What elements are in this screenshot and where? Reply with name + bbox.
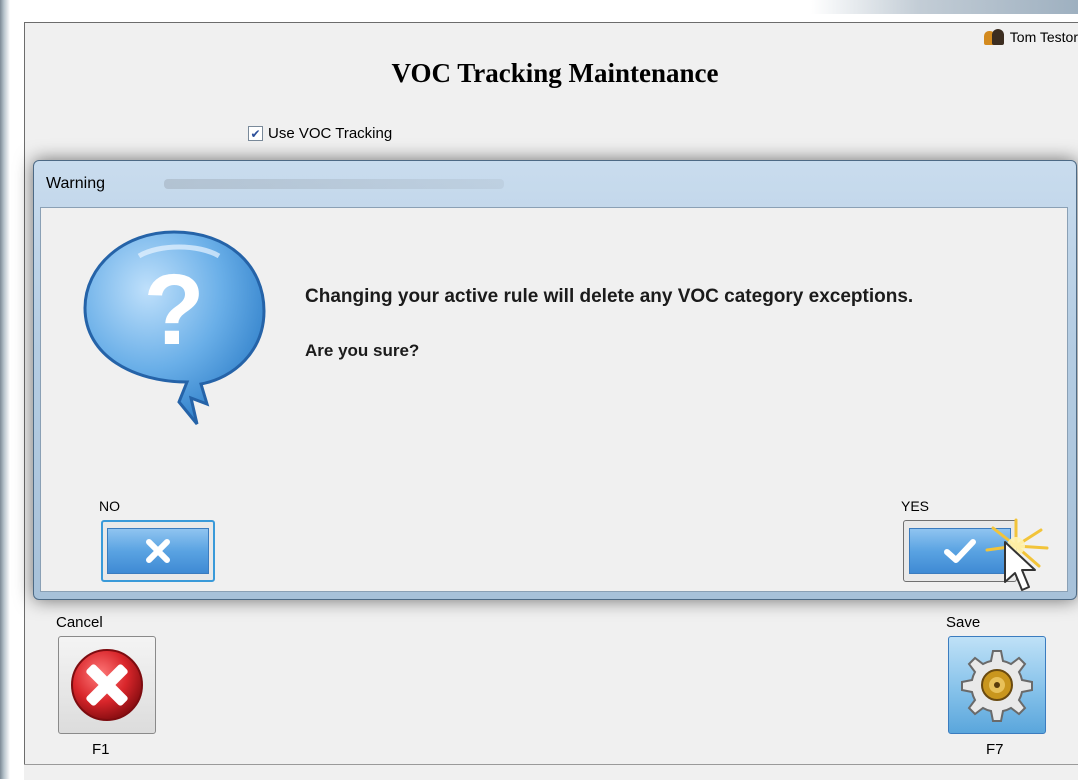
no-button-face[interactable] — [107, 528, 209, 574]
no-button[interactable] — [101, 520, 215, 582]
dialog-question: Are you sure? — [305, 341, 420, 360]
cancel-icon — [71, 649, 143, 721]
no-button-label: NO — [99, 498, 120, 514]
user-avatar-icon — [983, 27, 1006, 47]
title-bar-reflection — [164, 179, 504, 189]
save-button[interactable] — [948, 636, 1046, 734]
cancel-label: Cancel — [56, 614, 103, 631]
desktop-background — [0, 0, 10, 779]
save-shortcut-key: F7 — [986, 741, 1004, 758]
question-bubble-icon: ? — [83, 230, 266, 425]
cancel-button[interactable] — [58, 636, 156, 734]
use-voc-tracking-checkbox[interactable]: ✔ Use VOC Tracking — [248, 125, 392, 142]
use-voc-tracking-label: Use VOC Tracking — [268, 125, 393, 142]
page-title: VOC Tracking Maintenance — [391, 58, 719, 88]
desktop-background-top — [10, 0, 1078, 14]
yes-button-label: YES — [901, 498, 930, 514]
user-name: Tom Testor — [1009, 29, 1078, 45]
close-icon — [146, 539, 170, 563]
status-strip — [24, 764, 1078, 780]
checkmark-icon — [944, 539, 976, 563]
gear-icon — [961, 650, 1033, 722]
svg-text:?: ? — [143, 254, 204, 366]
mouse-pointer-icon — [1004, 541, 1036, 591]
cancel-shortcut-key: F1 — [92, 741, 110, 758]
warning-dialog: Warning ? Changing your active rule will… — [33, 160, 1077, 600]
dialog-message: Changing your active rule will delete an… — [305, 286, 914, 307]
dialog-title: Warning — [46, 175, 105, 192]
save-label: Save — [946, 614, 981, 631]
checkbox-checked-icon[interactable]: ✔ — [248, 126, 263, 141]
dialog-body: ? Changing your active rule will delete … — [40, 207, 1068, 592]
user-indicator: Tom Testor — [983, 26, 1078, 48]
